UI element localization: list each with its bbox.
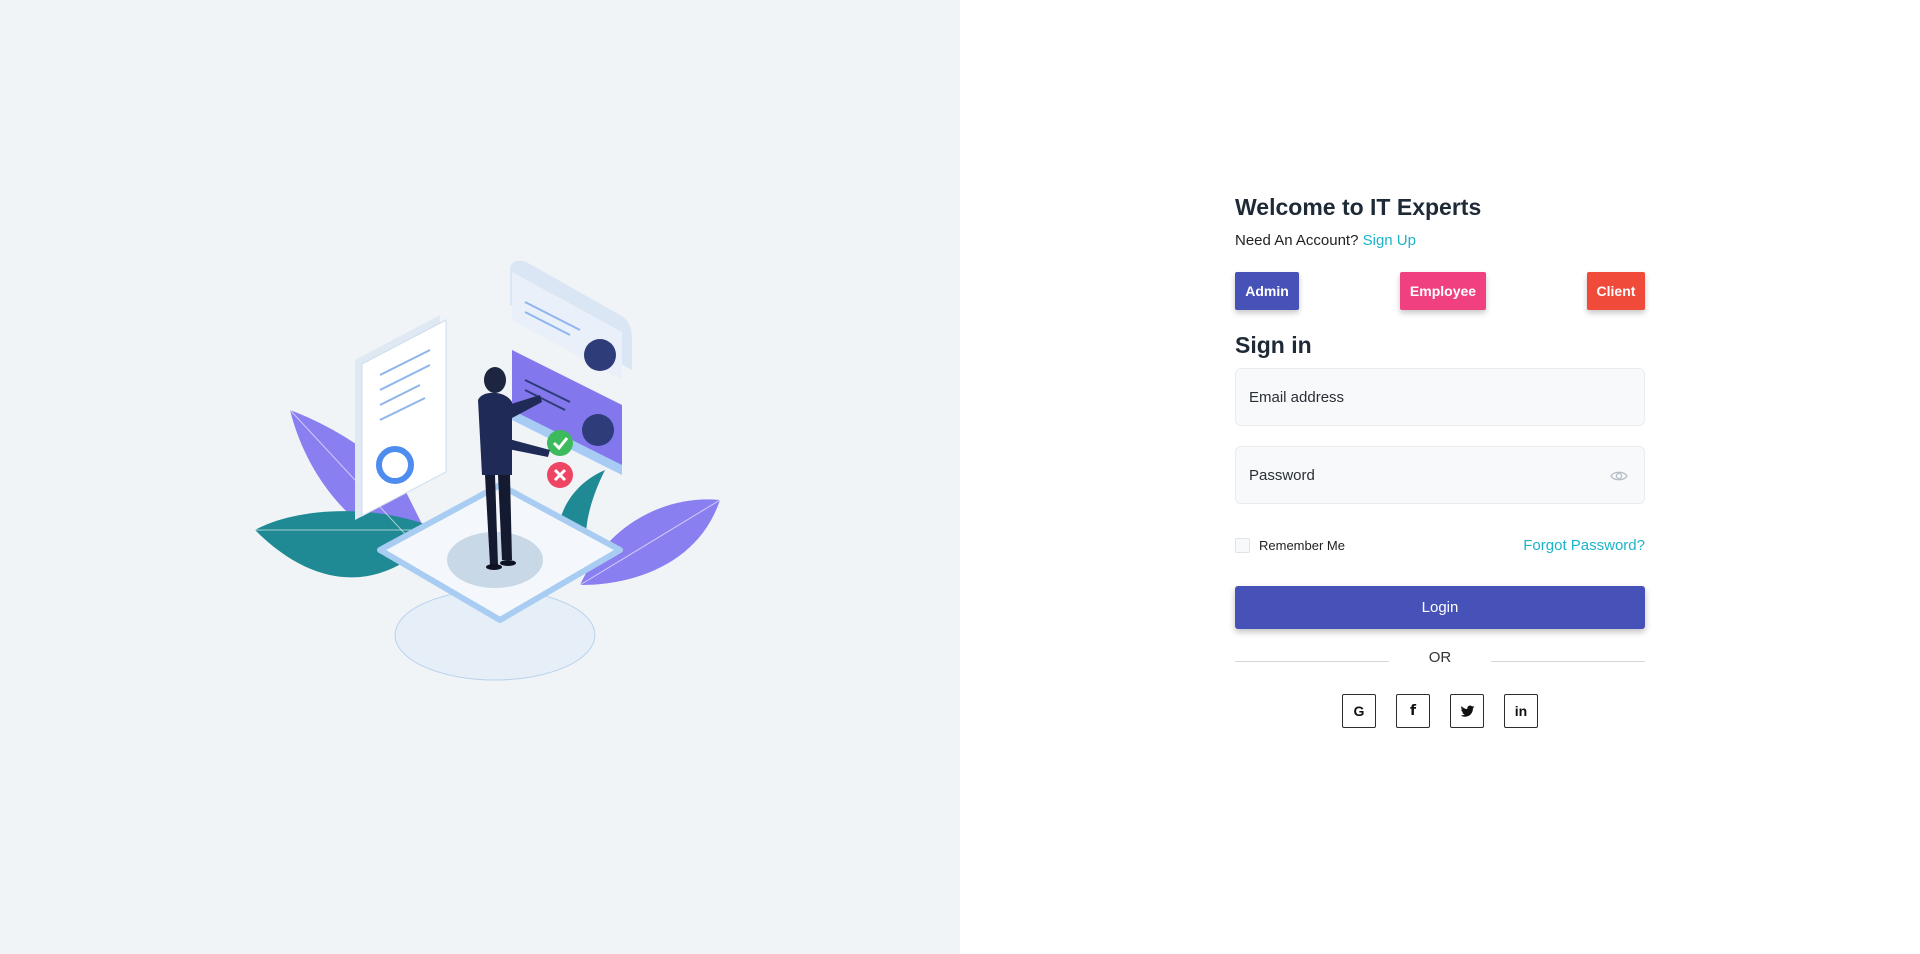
- google-login-button[interactable]: G: [1342, 694, 1376, 728]
- login-panel: Welcome to IT Experts Need An Account? S…: [960, 0, 1920, 954]
- password-field-wrapper: [1235, 446, 1645, 504]
- twitter-login-button[interactable]: [1450, 694, 1484, 728]
- sign-up-link[interactable]: Sign Up: [1363, 232, 1416, 249]
- remember-me-checkbox[interactable]: [1235, 537, 1250, 553]
- or-text: OR: [1428, 648, 1452, 666]
- twitter-icon: [1460, 705, 1474, 717]
- welcome-title: Welcome to IT Experts: [1235, 194, 1482, 220]
- need-account-text: Need An Account?: [1235, 232, 1359, 249]
- employee-role-button[interactable]: Employee: [1400, 272, 1486, 310]
- google-icon: G: [1353, 703, 1365, 719]
- or-divider: OR: [1235, 648, 1645, 666]
- facebook-icon: f: [1409, 703, 1417, 719]
- role-selector: Admin Employee Client: [1235, 272, 1645, 310]
- sign-in-title: Sign in: [1235, 332, 1312, 358]
- divider-line-right: [1491, 660, 1645, 662]
- forgot-password-link[interactable]: Forgot Password?: [1523, 537, 1645, 554]
- linkedin-icon: in: [1514, 703, 1528, 719]
- illustration-panel: [0, 0, 960, 954]
- eye-icon[interactable]: [1610, 468, 1628, 484]
- divider-line-left: [1235, 660, 1389, 662]
- login-form: Welcome to IT Experts Need An Account? S…: [1235, 190, 1645, 728]
- options-row: Remember Me Forgot Password?: [1235, 535, 1645, 555]
- password-input[interactable]: [1236, 447, 1644, 503]
- email-input[interactable]: [1236, 369, 1644, 425]
- remember-me[interactable]: Remember Me: [1235, 537, 1345, 553]
- login-page: Welcome to IT Experts Need An Account? S…: [0, 0, 1920, 954]
- email-field-wrapper: [1235, 368, 1645, 426]
- login-button[interactable]: Login: [1235, 586, 1645, 629]
- facebook-login-button[interactable]: f: [1396, 694, 1430, 728]
- need-account-row: Need An Account? Sign Up: [1235, 230, 1645, 252]
- admin-role-button[interactable]: Admin: [1235, 272, 1299, 310]
- social-login-row: G f in: [1235, 694, 1645, 728]
- linkedin-login-button[interactable]: in: [1504, 694, 1538, 728]
- login-illustration: [255, 260, 720, 681]
- client-role-button[interactable]: Client: [1587, 272, 1645, 310]
- remember-me-label: Remember Me: [1259, 537, 1345, 553]
